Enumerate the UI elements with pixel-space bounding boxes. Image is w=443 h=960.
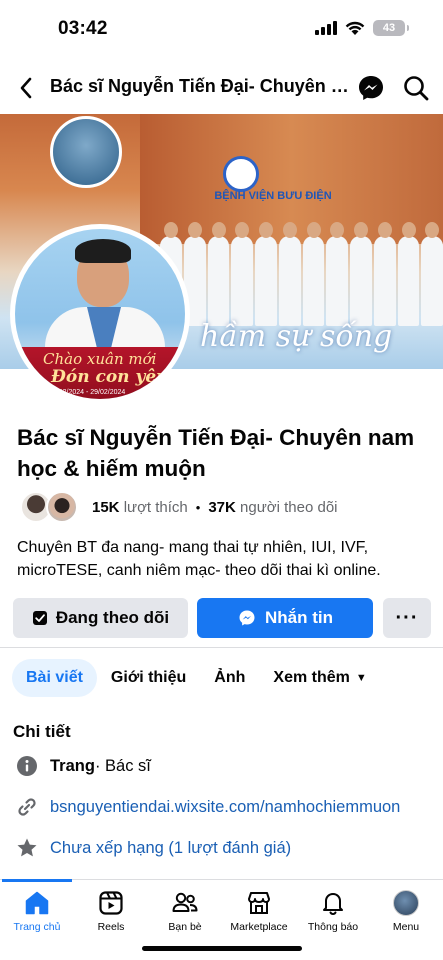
nav-friends-label: Bạn bè (168, 921, 202, 933)
profile-tabs: Bài viết Giới thiệu Ảnh Xem thêm ▼ (12, 659, 381, 697)
signal-icon (315, 21, 337, 35)
tab-about[interactable]: Giới thiệu (97, 659, 200, 697)
friends-icon (148, 888, 222, 918)
nav-notifications-label: Thông báo (307, 921, 359, 933)
nav-marketplace[interactable]: Marketplace (222, 888, 296, 933)
home-indicator (142, 946, 302, 951)
nav-notifications[interactable]: Thông báo (296, 888, 370, 933)
following-label: Đang theo dõi (55, 608, 170, 627)
tab-see-more[interactable]: Xem thêm ▼ (259, 659, 380, 697)
page-title: Bác sĩ Nguyễn Tiến Đại- Chuyên nam học &… (17, 425, 415, 481)
messenger-icon (359, 76, 383, 100)
star-icon (16, 837, 38, 859)
page-bio: Chuyên BT đa nang- mang thai tự nhiên, I… (17, 539, 381, 579)
tab-see-more-label: Xem thêm (273, 669, 350, 686)
avatar-banner-line1: Chào xuân mới (43, 350, 157, 368)
likes-label: lượt thích (123, 498, 188, 516)
status-time: 03:42 (58, 18, 108, 39)
page-header: Bác sĩ Nguyễn Tiến Đại- Chuyên n... (0, 62, 443, 114)
chevron-left-icon (20, 77, 32, 99)
tab-photos[interactable]: Ảnh (200, 659, 259, 697)
search-icon (404, 76, 429, 101)
menu-avatar (393, 890, 419, 916)
nav-reels[interactable]: Reels (74, 888, 148, 933)
more-options-button[interactable]: ··· (383, 598, 431, 638)
rating-link[interactable]: Chưa xếp hạng (1 lượt đánh giá) (50, 839, 291, 858)
detail-category: Trang · Bác sĩ (16, 753, 151, 779)
battery-icon: 43 (373, 20, 409, 36)
nav-marketplace-label: Marketplace (230, 921, 288, 933)
cover-script-text: hầm sự sống (200, 319, 393, 354)
wifi-icon (345, 21, 365, 35)
separator-dot: • (195, 499, 201, 515)
details-heading: Chi tiết (13, 722, 71, 741)
following-check-icon (32, 611, 47, 625)
status-icons: 43 (315, 20, 409, 36)
nav-home-label: Trang chủ (13, 921, 61, 933)
follower-avatars (20, 491, 78, 523)
marketplace-icon (222, 888, 296, 918)
nav-menu-label: Menu (392, 921, 420, 933)
likes-stat: 15K lượt thích (92, 499, 188, 516)
avatar-banner-line2: Đón con yêu (51, 367, 169, 387)
followers-count: 37K (208, 498, 236, 516)
cover-people (160, 222, 443, 326)
back-button[interactable] (10, 72, 42, 104)
nav-reels-label: Reels (97, 921, 125, 933)
link-icon (16, 796, 38, 818)
message-button[interactable]: Nhắn tin (197, 598, 373, 638)
following-button[interactable]: Đang theo dõi (13, 598, 188, 638)
messenger-icon (239, 610, 255, 626)
category-value: · Bác sĩ (94, 756, 151, 775)
website-link[interactable]: bsnguyentiendai.wixsite.com/namhochiemmu… (50, 798, 400, 817)
reels-icon (74, 888, 148, 918)
home-icon (0, 888, 74, 918)
avatar (46, 491, 78, 523)
category-type: Trang (50, 756, 95, 775)
hospital-logo (223, 156, 259, 192)
messenger-button[interactable] (355, 72, 387, 104)
active-tab-indicator (2, 879, 72, 882)
avatar-banner-date: 19/02/2024 - 29/02/2024 (49, 389, 126, 396)
message-label: Nhắn tin (265, 608, 333, 627)
divider (0, 647, 443, 648)
status-bar: 03:42 43 (0, 0, 443, 60)
page-stats[interactable]: 15K lượt thích • 37K người theo dõi (20, 490, 338, 524)
cover-inset-photo (50, 116, 122, 188)
caret-down-icon: ▼ (355, 672, 367, 684)
search-button[interactable] (400, 72, 432, 104)
nav-menu[interactable]: Menu (369, 888, 443, 933)
detail-rating[interactable]: Chưa xếp hạng (1 lượt đánh giá) (16, 835, 291, 861)
detail-website[interactable]: bsnguyentiendai.wixsite.com/namhochiemmu… (16, 794, 400, 820)
nav-friends[interactable]: Bạn bè (148, 888, 222, 933)
tab-posts[interactable]: Bài viết (12, 659, 97, 697)
followers-label: người theo dõi (240, 498, 338, 516)
likes-count: 15K (92, 498, 120, 516)
nav-home[interactable]: Trang chủ (0, 888, 74, 933)
info-icon (16, 755, 38, 777)
hospital-sign: BỆNH VIỆN BƯU ĐIỆN (214, 190, 332, 202)
bell-icon (296, 888, 370, 918)
followers-stat: 37K người theo dõi (208, 499, 337, 516)
header-title: Bác sĩ Nguyễn Tiến Đại- Chuyên n... (50, 76, 350, 96)
profile-picture[interactable]: Chào xuân mới Đón con yêu 19/02/2024 - 2… (10, 224, 190, 404)
